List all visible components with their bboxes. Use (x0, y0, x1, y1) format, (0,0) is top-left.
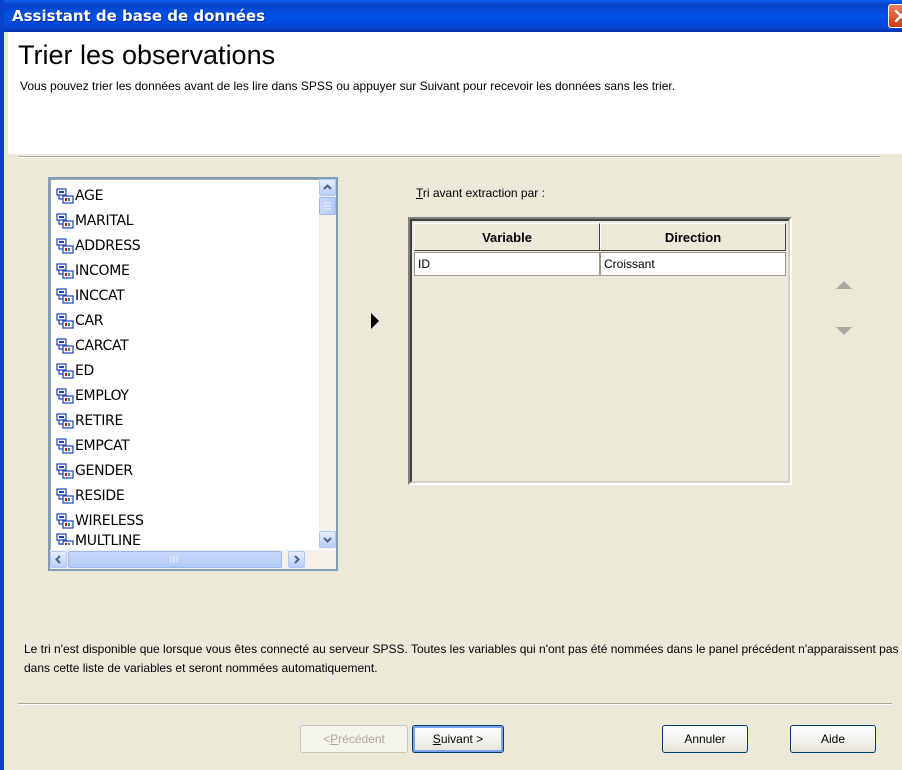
list-item[interactable]: EMPLOY (56, 383, 306, 408)
next-button-rest: uivant > (440, 732, 484, 746)
variable-label: INCCAT (75, 287, 125, 304)
back-button[interactable]: < Précédent (300, 725, 408, 753)
variable-icon (56, 387, 74, 404)
back-button-mnemonic: P (330, 732, 339, 746)
sort-label-mnemonic: T (416, 186, 423, 200)
variable-icon (56, 487, 74, 504)
sort-table-grid: Variable Direction ID Croissant (410, 219, 790, 483)
variable-label: AGE (75, 187, 104, 204)
variable-label: EMPCAT (75, 437, 130, 454)
variable-label: ED (75, 362, 95, 379)
list-item[interactable]: CAR (56, 308, 306, 333)
list-item[interactable]: RETIRE (56, 408, 306, 433)
window-title: Assistant de base de données (12, 7, 266, 25)
page-title: Trier les observations (18, 40, 276, 70)
chevron-right-icon (294, 555, 300, 564)
variable-icon (56, 512, 74, 529)
list-item[interactable]: MARITAL (56, 208, 306, 233)
next-button-mnemonic: S (432, 732, 441, 746)
variable-label: EMPLOY (75, 387, 129, 404)
list-item[interactable]: INCCAT (56, 283, 306, 308)
move-up-icon[interactable] (834, 278, 854, 292)
sort-table[interactable]: Variable Direction ID Croissant (408, 217, 792, 485)
grip-icon (324, 202, 331, 210)
variable-label: CARCAT (75, 337, 129, 354)
variable-label: CAR (75, 312, 104, 329)
variable-icon (56, 287, 74, 304)
list-item[interactable]: RESIDE (56, 483, 306, 508)
horizontal-scroll-thumb[interactable] (68, 551, 282, 568)
chevron-up-icon (323, 184, 332, 190)
variable-icon (56, 237, 74, 254)
variable-label: GENDER (75, 462, 133, 479)
back-button-rest: récédent (338, 732, 385, 746)
variable-icon (56, 262, 74, 279)
scroll-down-button[interactable] (319, 531, 336, 548)
scroll-right-button[interactable] (288, 551, 305, 568)
variable-label: INCOME (75, 262, 130, 279)
variable-items: AGE MARITAL ADDRESS INCOME INCCAT CAR CARCAT ED… (56, 183, 306, 545)
variable-icon (56, 337, 74, 354)
table-cell-direction[interactable]: Croissant (600, 252, 786, 276)
back-button-prefix: < (323, 732, 331, 746)
move-down-icon[interactable] (834, 324, 854, 338)
help-button[interactable]: Aide (790, 725, 876, 753)
header-separator (18, 156, 880, 158)
variable-icon (56, 362, 74, 379)
list-item[interactable]: AGE (56, 183, 306, 208)
move-to-sort-arrow-icon[interactable] (370, 312, 380, 330)
column-header-direction[interactable]: Direction (600, 223, 786, 251)
variable-icon (56, 533, 74, 545)
footer-note: Le tri n'est disponible que lorsque vous… (24, 642, 899, 675)
vertical-scrollbar[interactable] (319, 179, 336, 549)
variable-icon (56, 312, 74, 329)
close-button[interactable] (888, 4, 902, 28)
variable-icon (56, 212, 74, 229)
variable-label: ADDRESS (75, 237, 141, 254)
variable-icon (56, 462, 74, 479)
variable-icon (56, 187, 74, 204)
list-item[interactable]: EMPCAT (56, 433, 306, 458)
vertical-scroll-thumb[interactable] (319, 197, 336, 215)
chevron-down-icon (323, 537, 332, 543)
horizontal-scrollbar[interactable] (50, 550, 336, 569)
variable-label: WIRELESS (75, 512, 144, 529)
variable-icon (56, 437, 74, 454)
variable-label: RETIRE (75, 412, 124, 429)
grip-icon (170, 556, 178, 563)
table-cell-variable[interactable]: ID (414, 252, 600, 276)
sort-label-text: ri avant extraction par : (422, 186, 545, 200)
page-description: Vous pouvez trier les données avant de l… (20, 79, 676, 93)
scroll-up-button[interactable] (319, 179, 336, 196)
list-item[interactable]: CARCAT (56, 333, 306, 358)
list-item[interactable]: INCOME (56, 258, 306, 283)
footer-separator (18, 703, 892, 705)
variable-label: MARITAL (75, 212, 134, 229)
cancel-button[interactable]: Annuler (662, 725, 748, 753)
list-item[interactable]: WIRELESS (56, 508, 306, 533)
variable-list[interactable]: AGE MARITAL ADDRESS INCOME INCCAT CAR CARCAT ED… (48, 177, 338, 571)
list-item[interactable]: ED (56, 358, 306, 383)
list-item[interactable]: ADDRESS (56, 233, 306, 258)
scroll-left-button[interactable] (50, 551, 67, 568)
variable-icon (56, 412, 74, 429)
list-item[interactable]: GENDER (56, 458, 306, 483)
variable-label: MULTLINE (75, 533, 141, 545)
list-item[interactable]: MULTLINE (56, 533, 306, 545)
sort-label: Tri avant extraction par : (416, 186, 545, 200)
dialog-window: Assistant de base de données Trier les o… (0, 0, 902, 770)
title-bar[interactable]: Assistant de base de données (4, 0, 902, 32)
close-icon (894, 9, 902, 23)
next-button[interactable]: Suivant > (412, 725, 504, 753)
column-header-variable[interactable]: Variable (414, 223, 600, 251)
chevron-left-icon (55, 555, 61, 564)
variable-label: RESIDE (75, 487, 125, 504)
